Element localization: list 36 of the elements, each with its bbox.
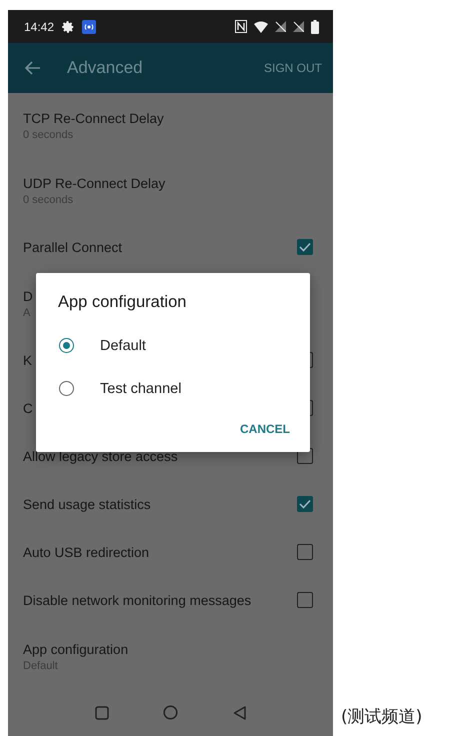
- status-time: 14:42: [24, 20, 54, 34]
- radio-button[interactable]: [59, 381, 74, 396]
- back-arrow-icon[interactable]: [25, 61, 41, 75]
- setting-title[interactable]: UDP Re-Connect Delay: [23, 176, 166, 190]
- checkbox[interactable]: [297, 544, 313, 560]
- gear-icon: [61, 20, 76, 34]
- recents-icon[interactable]: [95, 706, 110, 720]
- setting-title[interactable]: App configuration: [23, 642, 128, 656]
- setting-title[interactable]: Parallel Connect: [23, 240, 122, 254]
- checkbox[interactable]: [297, 239, 313, 255]
- wifi-icon: [254, 20, 268, 32]
- setting-title[interactable]: Disable network monitoring messages: [23, 592, 252, 608]
- setting-title[interactable]: Auto USB redirection: [23, 544, 150, 560]
- battery-icon: [311, 20, 319, 34]
- setting-title[interactable]: Send usage statistics: [23, 496, 151, 512]
- home-icon[interactable]: [163, 705, 178, 720]
- checkbox[interactable]: [297, 592, 313, 608]
- setting-title[interactable]: C: [23, 400, 33, 416]
- option-label[interactable]: Test channel: [100, 380, 182, 396]
- sign-out-button[interactable]: SIGN OUT: [264, 57, 322, 79]
- setting-title[interactable]: D: [23, 288, 33, 304]
- cancel-button[interactable]: CANCEL: [234, 416, 296, 442]
- no-signal-icon: [293, 21, 304, 32]
- back-icon[interactable]: [232, 706, 246, 720]
- option-label[interactable]: Default: [100, 338, 146, 354]
- app-notification-icon: [82, 20, 96, 34]
- setting-title[interactable]: Allow legacy store access: [23, 448, 178, 464]
- dialog-title: App configuration: [58, 293, 186, 312]
- screen-title: Advanced: [67, 58, 143, 78]
- checkbox[interactable]: [297, 496, 313, 512]
- no-signal-icon: [275, 21, 286, 32]
- setting-title[interactable]: TCP Re-Connect Delay: [23, 110, 164, 126]
- nfc-icon: [235, 20, 247, 33]
- radio-button[interactable]: [59, 338, 74, 353]
- setting-title[interactable]: K: [23, 352, 32, 368]
- caption: (测试频道): [341, 706, 422, 728]
